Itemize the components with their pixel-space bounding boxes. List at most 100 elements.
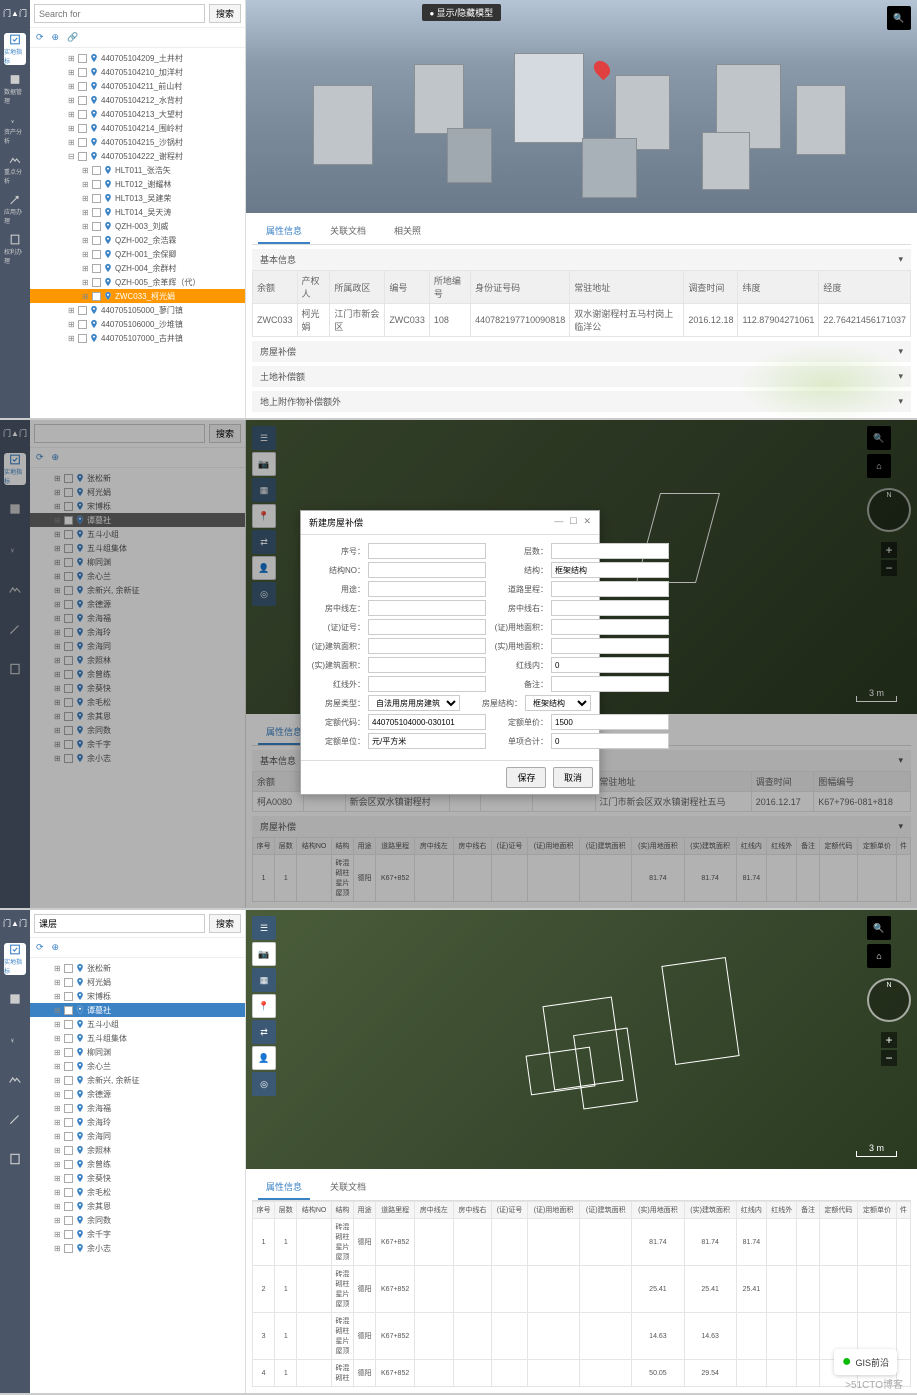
nav-item-1[interactable]: 数据管理 — [4, 73, 26, 105]
cancel-button[interactable]: 取消 — [553, 767, 593, 788]
form-input-right[interactable] — [551, 600, 669, 616]
search-input[interactable] — [34, 424, 205, 443]
form-input-realland[interactable] — [551, 638, 669, 654]
tree-node[interactable]: ⊞余照林 — [30, 653, 245, 667]
tab-attributes[interactable]: 属性信息 — [258, 219, 310, 244]
collapse-basic-info[interactable]: 基本信息▾ — [252, 249, 911, 270]
tree-node[interactable]: ⊞余海同 — [30, 1129, 245, 1143]
tree-node[interactable]: ⊞余小志 — [30, 751, 245, 765]
tree-node[interactable]: ⊞余毛松 — [30, 695, 245, 709]
tree-refresh-icon[interactable]: ⟳ — [36, 942, 44, 953]
tree-node[interactable]: ⊞五斗组集体 — [30, 1031, 245, 1045]
nav-item-0[interactable]: 实地指标 — [4, 943, 26, 975]
compass-icon[interactable] — [867, 978, 911, 1022]
tree-node[interactable]: ⊞余曾练 — [30, 667, 245, 681]
tree-node[interactable]: ⊞QZH-003_刘威 — [30, 219, 245, 233]
tree-node[interactable]: ⊞HLT012_谢耀林 — [30, 177, 245, 191]
form-input-unitname[interactable] — [368, 733, 486, 749]
search-button[interactable]: 搜索 — [209, 4, 241, 23]
tree-node[interactable]: ⊞440705105000_蓼门镇 — [30, 303, 245, 317]
tree-node[interactable]: ⊞余曾练 — [30, 1157, 245, 1171]
tree-node[interactable]: ⊞余其恩 — [30, 1199, 245, 1213]
form-input-certbuild[interactable] — [368, 638, 486, 654]
zoom-in-button[interactable]: + — [881, 1032, 897, 1048]
map-viewer-3d[interactable]: ● 显示/隐藏模型 🔍 ⛶ — [246, 0, 917, 213]
tree-node[interactable]: ⊞HLT014_吴天涛 — [30, 205, 245, 219]
nav-item-5[interactable] — [4, 1143, 26, 1175]
form-input-road[interactable] — [551, 581, 669, 597]
nav-item-3[interactable] — [4, 1063, 26, 1095]
nav-item-2[interactable]: ¥ — [4, 533, 26, 565]
tree-node[interactable]: ⊞余毛松 — [30, 1185, 245, 1199]
tree-node[interactable]: ⊞余新兴, 余新征 — [30, 583, 245, 597]
user-icon[interactable]: 👤 — [252, 1046, 276, 1070]
tree-list[interactable]: ⊞张松新⊞柯光娟⊞宋博栎⊞谭墓社⊞五斗小组⊞五斗组集体⊞柳同渊⊞余心兰⊞余新兴,… — [30, 958, 245, 1393]
tree-node[interactable]: ⊞HLT013_吴建荣 — [30, 191, 245, 205]
tree-expand-icon[interactable]: ⊕ — [52, 942, 60, 953]
route-icon[interactable]: ⇄ — [252, 1020, 276, 1044]
map-viewer-satellite[interactable]: ☰ 📷 ▦ 📍 ⇄ 👤 ◎ 🔍 ⌂ + − 3 m — [246, 910, 917, 1169]
tab-attributes[interactable]: 属性信息 — [258, 1175, 310, 1200]
target-icon[interactable]: ◎ — [252, 1072, 276, 1096]
form-input-remark[interactable] — [551, 676, 669, 692]
tree-node[interactable]: ⊞余葵快 — [30, 681, 245, 695]
nav-item-0[interactable]: 实地指标 — [4, 33, 26, 65]
maximize-icon[interactable]: ☐ — [569, 516, 577, 529]
tree-node[interactable]: ⊞余海福 — [30, 1101, 245, 1115]
form-input-left[interactable] — [368, 600, 486, 616]
collapse-land[interactable]: 土地补偿额▾ — [252, 366, 911, 387]
collapse-attach[interactable]: 地上附作物补偿额外▾ — [252, 391, 911, 412]
tree-node[interactable]: ⊞440705106000_沙堆镇 — [30, 317, 245, 331]
tree-expand-icon[interactable]: ⊕ — [52, 452, 60, 463]
tree-node[interactable]: ⊞余心兰 — [30, 1059, 245, 1073]
form-input-unit[interactable] — [551, 714, 669, 730]
form-input-seq[interactable] — [368, 543, 486, 559]
save-button[interactable]: 保存 — [506, 767, 546, 788]
tree-node[interactable]: ⊞余千字 — [30, 737, 245, 751]
home-icon[interactable]: ⌂ — [867, 944, 891, 968]
form-input-code[interactable] — [368, 714, 486, 730]
nav-item-4[interactable] — [4, 613, 26, 645]
tree-node[interactable]: ⊞柳同渊 — [30, 1045, 245, 1059]
tree-node[interactable]: ⊞QZH-002_余浩霖 — [30, 233, 245, 247]
camera-icon[interactable]: 📷 — [252, 942, 276, 966]
tree-node[interactable]: ⊞余海玲 — [30, 625, 245, 639]
tree-node[interactable]: ⊞柯光娟 — [30, 975, 245, 989]
pin-tool-icon[interactable]: 📍 — [252, 994, 276, 1018]
nav-item-4[interactable]: 应用办理 — [4, 193, 26, 225]
tree-node[interactable]: ⊞余德源 — [30, 597, 245, 611]
tree-node[interactable]: ⊞余心兰 — [30, 569, 245, 583]
tree-node[interactable]: ⊞余海玲 — [30, 1115, 245, 1129]
tree-node[interactable]: ⊞440705104213_大望村 — [30, 107, 245, 121]
tree-node[interactable]: ⊞440705104214_围岭村 — [30, 121, 245, 135]
nav-item-3[interactable] — [4, 573, 26, 605]
tree-node[interactable]: ⊞余同数 — [30, 1213, 245, 1227]
tree-node[interactable]: ⊞余同数 — [30, 723, 245, 737]
tree-node[interactable]: ⊞谭墓社 — [30, 513, 245, 527]
tree-node[interactable]: ⊞谭墓社 — [30, 1003, 245, 1017]
grid-icon[interactable]: ▦ — [252, 968, 276, 992]
tree-node[interactable]: ⊞柯光娟 — [30, 485, 245, 499]
nav-item-2[interactable]: ¥ — [4, 1023, 26, 1055]
search-button[interactable]: 搜索 — [209, 914, 241, 933]
tree-node[interactable]: ⊞余其恩 — [30, 709, 245, 723]
layer-input[interactable] — [34, 914, 205, 933]
tree-node[interactable]: ⊞余小志 — [30, 1241, 245, 1255]
nav-item-5[interactable]: 权利办理 — [4, 233, 26, 265]
form-input-in[interactable] — [551, 657, 669, 673]
tree-node[interactable]: ⊟440705104222_谢程村 — [30, 149, 245, 163]
tree-refresh-icon[interactable]: ⟳ — [36, 452, 44, 463]
tree-node[interactable]: ⊞440705104210_加洋村 — [30, 65, 245, 79]
form-input-use[interactable] — [368, 581, 486, 597]
collapse-house[interactable]: 房屋补偿▾ — [252, 341, 911, 362]
search-input[interactable] — [34, 4, 205, 23]
tree-node[interactable]: ⊞QZH-001_余保卿 — [30, 247, 245, 261]
tree-node[interactable]: ⊞余葵快 — [30, 1171, 245, 1185]
close-icon[interactable]: ✕ — [583, 516, 591, 529]
tree-node[interactable]: ⊞440705104215_沙锅村 — [30, 135, 245, 149]
tree-node[interactable]: ⊞余照林 — [30, 1143, 245, 1157]
tree-node[interactable]: ⊞宋博栎 — [30, 499, 245, 513]
tree-node[interactable]: ⊞QZH-004_余群村 — [30, 261, 245, 275]
tree-node[interactable]: ⊞宋博栎 — [30, 989, 245, 1003]
form-input-struct[interactable] — [551, 562, 669, 578]
